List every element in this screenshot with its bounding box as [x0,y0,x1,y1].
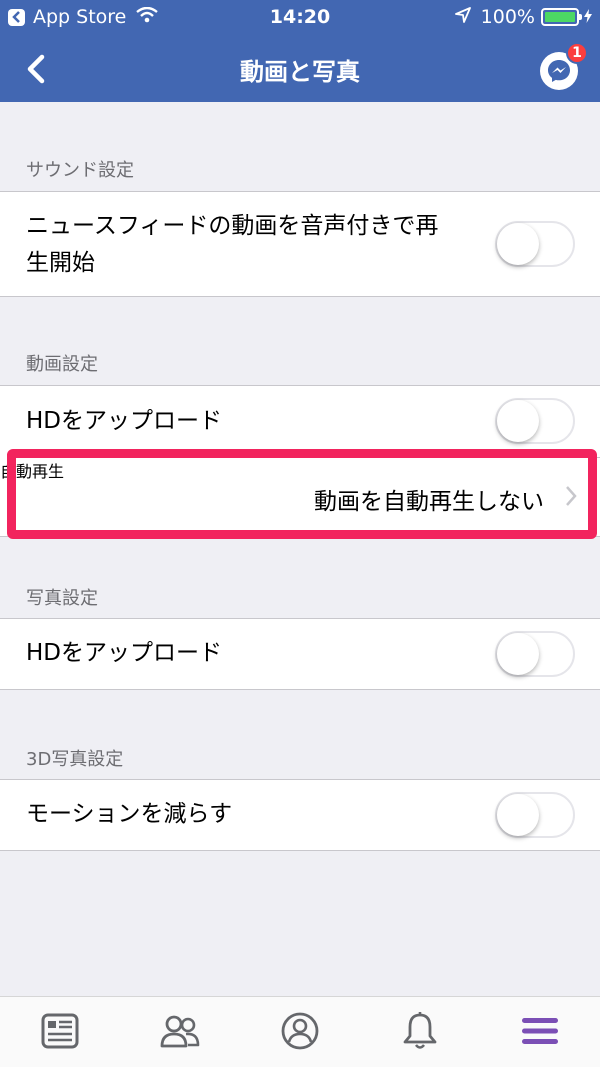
toggle-knob [497,633,539,675]
notifications-bell-icon [402,1011,438,1055]
row-reduce-motion[interactable]: モーションを減らす [0,779,600,851]
status-right: 100% [454,6,592,28]
toggle-knob [497,400,539,442]
row-label-line-2: 生開始 [26,250,95,276]
toggle-reduce-motion[interactable] [495,792,575,838]
news-feed-icon [41,1013,79,1053]
toggle-knob [497,794,539,836]
row-label-autoplay: 自動再生 [0,462,65,481]
section-header-video: 動画設定 [26,354,98,375]
row-label-line-1: ニュースフィードの動画を音声付きで再 [26,213,439,239]
tab-friends[interactable] [120,997,240,1067]
toggle-video-hd-upload[interactable] [495,398,575,444]
battery-percent: 100% [480,6,535,28]
section-header-photo: 写真設定 [26,588,98,609]
navigation-bar: 動画と写真 1 [0,34,600,102]
friends-icon [160,1013,200,1053]
section-header-sound: サウンド設定 [26,160,134,181]
chevron-right-icon [564,484,578,512]
tab-menu[interactable] [480,997,600,1067]
tab-news-feed[interactable] [0,997,120,1067]
tab-notifications[interactable] [360,997,480,1067]
toggle-knob [497,223,539,265]
row-label-newsfeed-sound: ニュースフィードの動画を音声付きで再 生開始 [26,208,438,282]
menu-icon [521,1015,559,1051]
page-title: 動画と写真 [240,58,360,86]
charging-bolt-icon [584,6,592,28]
row-label-video-hd: HDをアップロード [26,408,223,434]
row-autoplay[interactable]: 自動再生 動画を自動再生しない [0,458,600,536]
autoplay-value: 動画を自動再生しない [314,489,544,515]
section-header-3d-photo: 3D写真設定 [26,749,124,770]
status-bar: App Store 14:20 100% [0,0,600,34]
profile-icon [280,1011,320,1055]
messenger-button[interactable]: 1 [540,42,588,90]
toggle-newsfeed-sound[interactable] [495,221,575,267]
row-newsfeed-sound[interactable]: ニュースフィードの動画を音声付きで再 生開始 [0,191,600,297]
toggle-photo-hd-upload[interactable] [495,631,575,677]
row-photo-hd[interactable]: HDをアップロード [0,618,600,690]
row-label-reduce-motion: モーションを減らす [26,801,233,827]
location-icon [454,6,471,28]
tab-bar [0,996,600,1067]
messenger-badge: 1 [566,42,588,64]
tab-profile[interactable] [240,997,360,1067]
row-label-photo-hd: HDをアップロード [26,640,223,666]
battery-icon [541,8,582,26]
